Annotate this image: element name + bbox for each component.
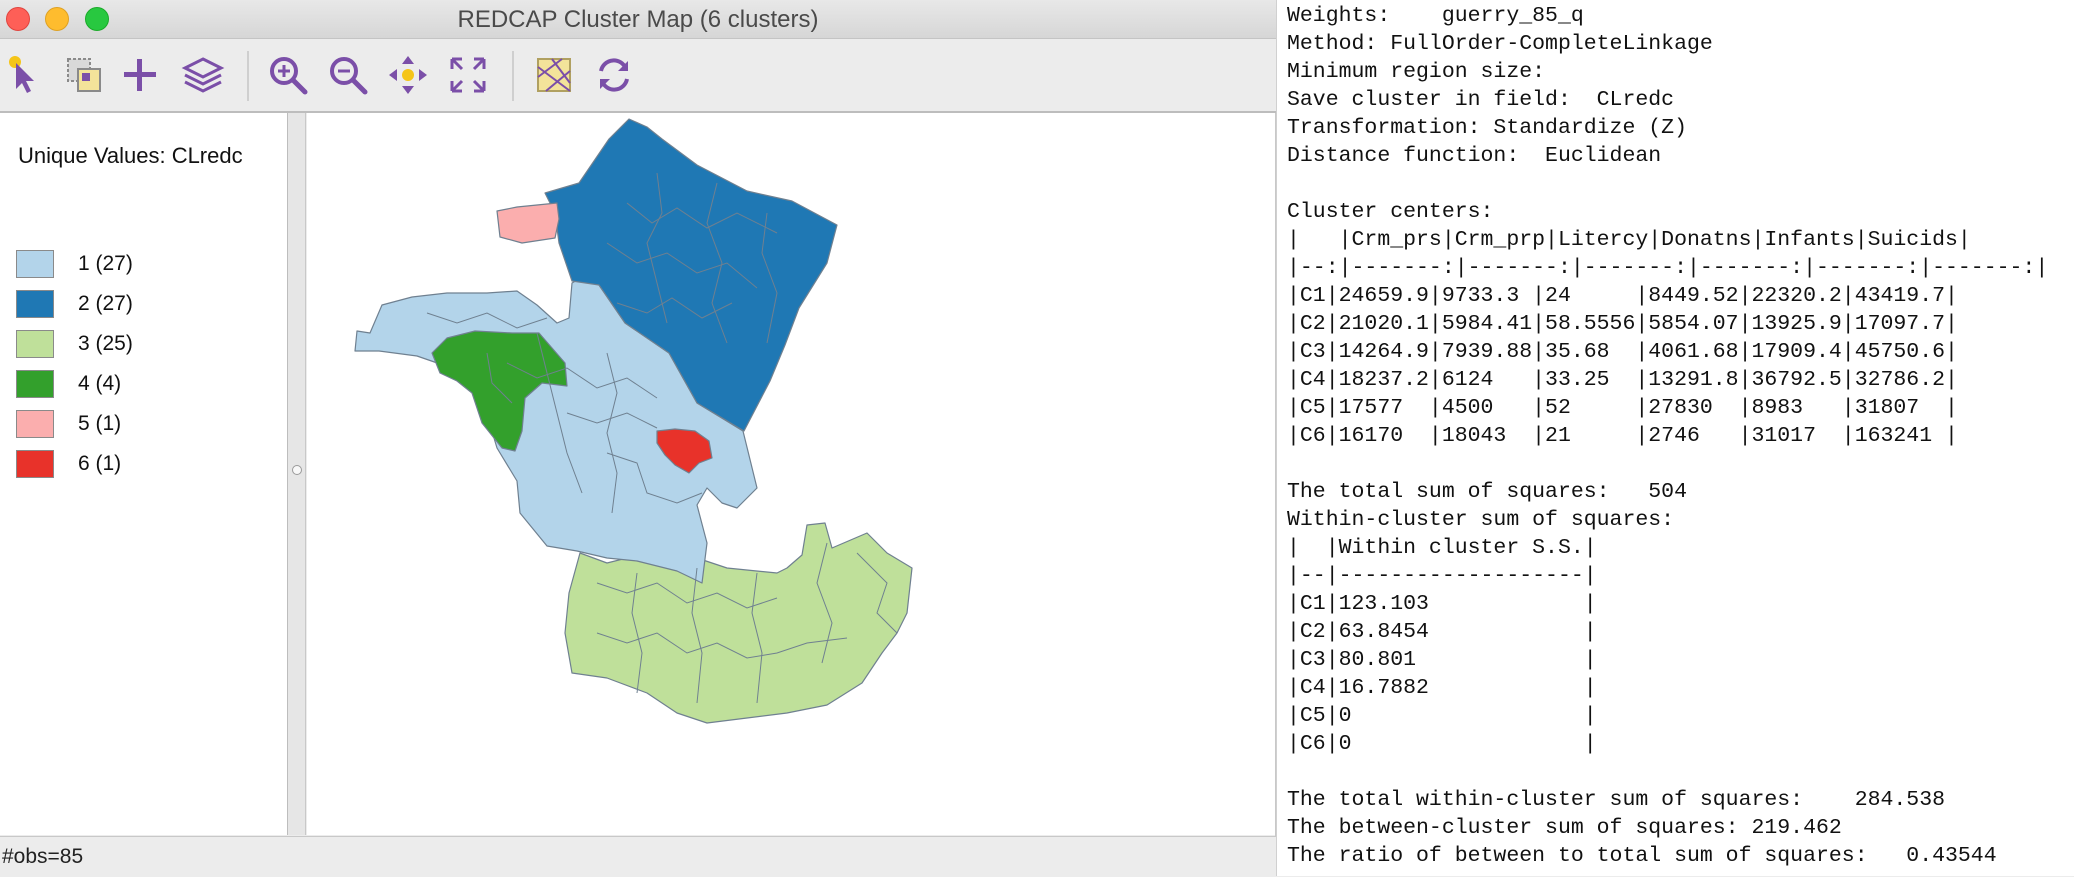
zoom-out-icon [330,57,368,95]
report-line: |C4|16.7882 | [1287,676,1597,700]
report-line: Cluster centers: [1287,200,1494,224]
fit-extent-button[interactable] [446,53,490,97]
report-line: |C1|24659.9|9733.3 |24 |8449.52|22320.2|… [1287,284,1958,308]
zoom-in-button[interactable] [266,53,310,97]
report-line: The total within-cluster sum of squares:… [1287,788,1946,812]
report-line: |C1|123.103 | [1287,592,1597,616]
toolbar-separator [512,51,514,101]
legend-label: 4 (4) [78,372,122,395]
report-line: The ratio of between to total sum of squ… [1287,844,1997,868]
report-line: |C6|0 | [1287,732,1597,756]
map-toolbar [0,39,1276,113]
cluster-report-panel[interactable]: Weights: guerry_85_q Method: FullOrder-C… [1276,0,2074,876]
cluster-map[interactable] [307,113,1275,835]
select-tool-button[interactable] [2,53,46,97]
zoom-out-button[interactable] [326,53,370,97]
pointer-icon [9,56,34,93]
legend-swatch [16,410,54,438]
toolbar-separator [247,51,249,101]
report-line: |C5|0 | [1287,704,1597,728]
layers-select-icon [67,58,101,92]
report-line: Within-cluster sum of squares: [1287,508,1675,532]
refresh-icon [599,58,629,92]
legend-label: 5 (1) [78,412,122,435]
move-icon [389,56,427,94]
report-line: | |Crm_prs|Crm_prp|Litercy|Donatns|Infan… [1287,228,1971,252]
report-line: |C2|21020.1|5984.41|58.5556|5854.07|1392… [1287,312,1958,336]
report-line: Method: FullOrder-CompleteLinkage [1287,32,1713,56]
title-bar[interactable]: REDCAP Cluster Map (6 clusters) [0,0,1276,39]
legend-label: 6 (1) [78,452,122,475]
map-window: REDCAP Cluster Map (6 clusters) Unique V… [0,0,1276,877]
legend-swatch [16,370,54,398]
legend-label: 2 (27) [78,292,133,315]
observation-count: #obs=85 [2,845,84,868]
panel-splitter[interactable] [288,113,306,835]
legend-label: 3 (25) [78,332,133,355]
legend-swatch [16,330,54,358]
basemap-icon [537,58,571,92]
plus-icon [124,59,156,91]
report-line: |C3|14264.9|7939.88|35.68 |4061.68|17909… [1287,340,1958,364]
legend-swatch [16,290,54,318]
pan-button[interactable] [386,53,430,97]
report-line: Transformation: Standardize (Z) [1287,116,1687,140]
report-line: |--|-------------------| [1287,564,1597,588]
report-line: |C5|17577 |4500 |52 |27830 |8983 |31807 … [1287,396,1958,420]
stack-icon [181,57,225,93]
report-line: Weights: guerry_85_q [1287,4,1584,28]
expand-icon [450,57,486,93]
report-line: |--:|-------:|-------:|-------:|-------:… [1287,256,2049,280]
legend-title: Unique Values: CLredc [18,143,243,168]
layers-button[interactable] [181,53,225,97]
legend-panel[interactable]: Unique Values: CLredc 1 (27) 2 (27) 3 (25)… [0,113,288,835]
report-line: |C4|18237.2|6124 |33.25 |13291.8|36792.5… [1287,368,1958,392]
add-layer-button[interactable] [118,53,162,97]
report-line: |C3|80.801 | [1287,648,1597,672]
window-title: REDCAP Cluster Map (6 clusters) [457,6,819,33]
cluster-report-text: Weights: guerry_85_q Method: FullOrder-C… [1277,0,2074,870]
report-line: Distance function: Euclidean [1287,144,1662,168]
zoom-in-icon [270,57,308,95]
report-line: Minimum region size: [1287,60,1546,84]
splitter-handle[interactable] [292,465,302,475]
selection-tool-button[interactable] [62,53,106,97]
report-line: The between-cluster sum of squares: 219.… [1287,816,1842,840]
report-line: | |Within cluster S.S.| [1287,536,1597,560]
status-bar: #obs=85 [0,836,1276,877]
legend-swatch [16,250,54,278]
report-line: Save cluster in field: CLredc [1287,88,1675,112]
legend-swatch [16,450,54,478]
cluster-5-region[interactable] [496,202,560,244]
report-line: |C6|16170 |18043 |21 |2746 |31017 |16324… [1287,424,1958,448]
map-canvas[interactable] [307,113,1275,835]
basemap-button[interactable] [532,53,576,97]
report-line: |C2|63.8454 | [1287,620,1597,644]
legend-label: 1 (27) [78,252,133,275]
report-line: The total sum of squares: 504 [1287,480,1687,504]
refresh-button[interactable] [592,53,636,97]
